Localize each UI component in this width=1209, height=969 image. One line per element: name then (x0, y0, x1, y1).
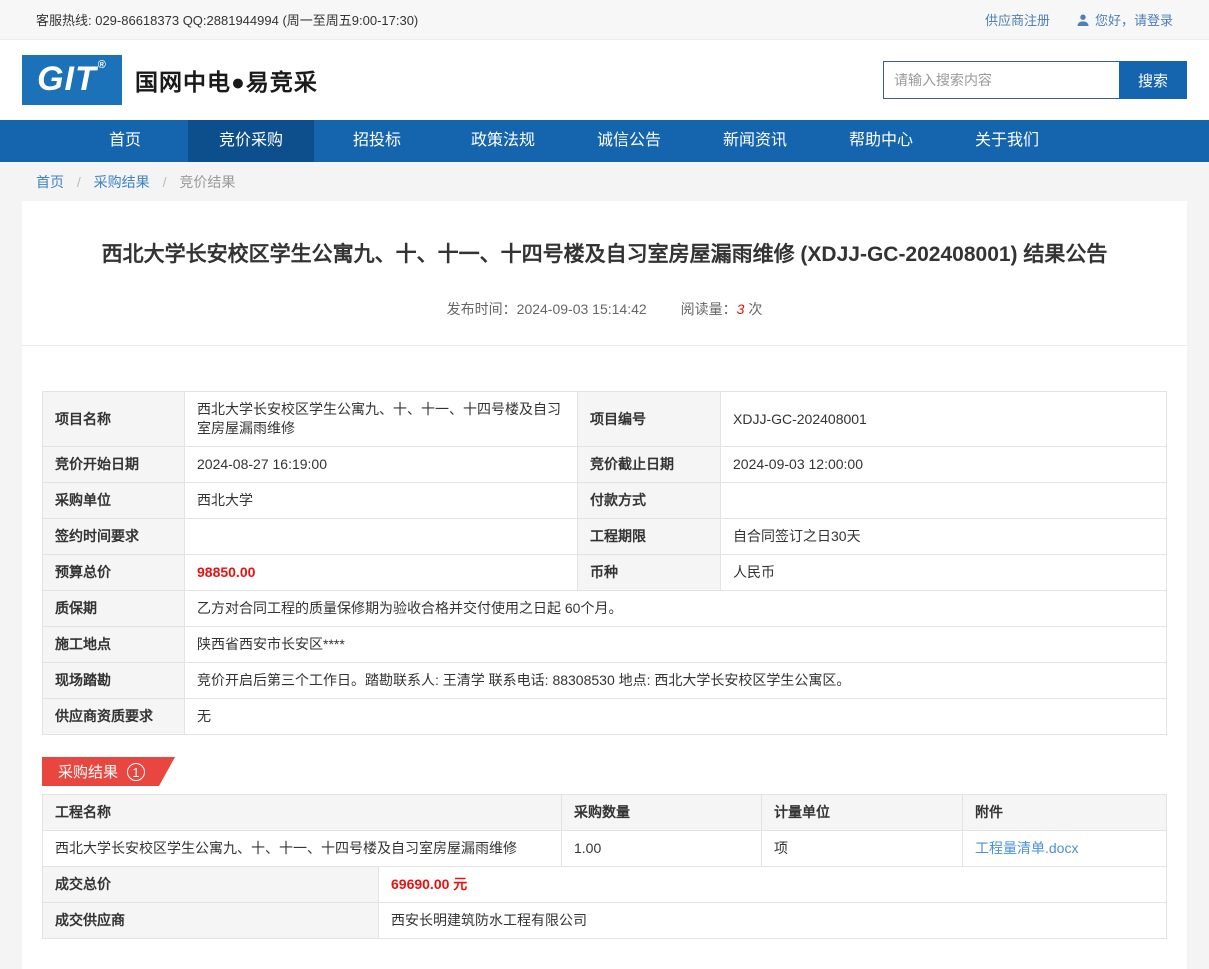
badge-label: 采购结果 (58, 761, 118, 782)
logo-text: GIT (37, 55, 97, 103)
nav-item-bidding-purchase[interactable]: 竞价采购 (188, 120, 314, 162)
project-info-table: 项目名称 西北大学长安校区学生公寓九、十、十一、十四号楼及自习室房屋漏雨维修 项… (42, 391, 1167, 735)
field-label: 币种 (578, 555, 721, 591)
supplier-register-link[interactable]: 供应商注册 (985, 10, 1050, 29)
breadcrumb-procurement-results[interactable]: 采购结果 (94, 174, 150, 190)
table-row: 成交总价 69690.00 元 (43, 867, 1167, 903)
procurement-result-badge: 采购结果 1 (42, 757, 175, 786)
column-header: 工程名称 (43, 795, 562, 831)
nav-item-help-center[interactable]: 帮助中心 (818, 120, 944, 162)
deal-total-price: 69690.00 元 (379, 867, 1167, 903)
column-header: 采购数量 (562, 795, 762, 831)
announcement-meta: 发布时间：2024-09-03 15:14:42 阅读量：3 次 (22, 299, 1187, 319)
budget-total-value: 98850.00 (185, 555, 578, 591)
field-value: 陕西省西安市长安区**** (185, 627, 1167, 663)
field-label: 供应商资质要求 (43, 699, 185, 735)
field-label: 项目编号 (578, 392, 721, 447)
attachment-cell: 工程量清单.docx (963, 831, 1167, 867)
publish-time-value: 2024-09-03 15:14:42 (517, 301, 647, 317)
field-label: 竞价开始日期 (43, 447, 185, 483)
field-label: 签约时间要求 (43, 519, 185, 555)
field-value: 竞价开启后第三个工作日。踏勘联系人: 王清学 联系电话: 88308530 地点… (185, 663, 1167, 699)
deal-supplier: 西安长明建筑防水工程有限公司 (379, 903, 1167, 939)
column-header: 计量单位 (762, 795, 963, 831)
views-unit: 次 (748, 301, 762, 317)
search-box: 搜索 (883, 61, 1187, 99)
top-utility-bar: 客服热线: 029-86618373 QQ:2881944994 (周一至周五9… (0, 0, 1209, 40)
nav-item-home[interactable]: 首页 (62, 120, 188, 162)
breadcrumb-separator: / (163, 174, 167, 190)
field-label: 施工地点 (43, 627, 185, 663)
table-row: 成交供应商 西安长明建筑防水工程有限公司 (43, 903, 1167, 939)
user-icon (1076, 13, 1090, 27)
logo-registered-mark: ® (98, 55, 107, 75)
field-value: 西北大学 (185, 483, 578, 519)
field-label: 付款方式 (578, 483, 721, 519)
site-brand-title: 国网中电●易竞采 (135, 63, 318, 97)
field-label: 成交供应商 (43, 903, 379, 939)
nav-item-integrity-notices[interactable]: 诚信公告 (566, 120, 692, 162)
main-nav: 首页 竞价采购 招投标 政策法规 诚信公告 新闻资讯 帮助中心 关于我们 (0, 120, 1209, 162)
breadcrumb-current: 竞价结果 (179, 174, 235, 190)
table-row: 竞价开始日期 2024-08-27 16:19:00 竞价截止日期 2024-0… (43, 447, 1167, 483)
field-label: 工程期限 (578, 519, 721, 555)
search-input[interactable] (883, 61, 1119, 99)
nav-item-tendering[interactable]: 招投标 (314, 120, 440, 162)
table-row: 质保期 乙方对合同工程的质量保修期为验收合格并交付使用之日起 60个月。 (43, 591, 1167, 627)
field-label: 竞价截止日期 (578, 447, 721, 483)
table-row: 采购单位 西北大学 付款方式 (43, 483, 1167, 519)
breadcrumb-home[interactable]: 首页 (36, 174, 64, 190)
field-value: XDJJ-GC-202408001 (721, 392, 1167, 447)
nav-item-about-us[interactable]: 关于我们 (944, 120, 1070, 162)
publish-time-label: 发布时间： (447, 301, 517, 317)
login-link[interactable]: 您好，请登录 (1095, 10, 1173, 29)
field-label: 采购单位 (43, 483, 185, 519)
service-hotline: 客服热线: 029-86618373 QQ:2881944994 (周一至周五9… (36, 10, 418, 29)
table-row: 供应商资质要求 无 (43, 699, 1167, 735)
field-value: 人民币 (721, 555, 1167, 591)
views-count: 3 (737, 301, 745, 317)
field-label: 预算总价 (43, 555, 185, 591)
breadcrumb-separator: / (77, 174, 81, 190)
login-link-wrap[interactable]: 您好，请登录 (1076, 10, 1173, 29)
site-logo[interactable]: GIT® (22, 55, 122, 105)
field-label: 质保期 (43, 591, 185, 627)
title-divider (22, 345, 1187, 346)
views-label: 阅读量： (681, 301, 737, 317)
field-value: 无 (185, 699, 1167, 735)
breadcrumb: 首页 / 采购结果 / 竞价结果 (0, 162, 1209, 201)
table-row: 预算总价 98850.00 币种 人民币 (43, 555, 1167, 591)
attachment-link[interactable]: 工程量清单.docx (975, 840, 1078, 856)
field-value: 2024-08-27 16:19:00 (185, 447, 578, 483)
table-row: 项目名称 西北大学长安校区学生公寓九、十、十一、十四号楼及自习室房屋漏雨维修 项… (43, 392, 1167, 447)
project-name-cell: 西北大学长安校区学生公寓九、十、十一、十四号楼及自习室房屋漏雨维修 (43, 831, 562, 867)
field-label: 项目名称 (43, 392, 185, 447)
badge-count: 1 (127, 763, 145, 781)
field-value: 西北大学长安校区学生公寓九、十、十一、十四号楼及自习室房屋漏雨维修 (185, 392, 578, 447)
content-card: 西北大学长安校区学生公寓九、十、十一、十四号楼及自习室房屋漏雨维修 (XDJJ-… (22, 201, 1187, 969)
field-label: 现场踏勘 (43, 663, 185, 699)
nav-item-news[interactable]: 新闻资讯 (692, 120, 818, 162)
field-value (721, 483, 1167, 519)
nav-item-policies[interactable]: 政策法规 (440, 120, 566, 162)
search-button[interactable]: 搜索 (1119, 61, 1187, 99)
field-value (185, 519, 578, 555)
result-summary-table: 成交总价 69690.00 元 成交供应商 西安长明建筑防水工程有限公司 (42, 866, 1167, 939)
table-row: 签约时间要求 工程期限 自合同签订之日30天 (43, 519, 1167, 555)
table-header-row: 工程名称 采购数量 计量单位 附件 (43, 795, 1167, 831)
table-row: 施工地点 陕西省西安市长安区**** (43, 627, 1167, 663)
field-value: 2024-09-03 12:00:00 (721, 447, 1167, 483)
site-header: GIT® 国网中电●易竞采 搜索 (0, 40, 1209, 120)
unit-cell: 项 (762, 831, 963, 867)
column-header: 附件 (963, 795, 1167, 831)
quantity-cell: 1.00 (562, 831, 762, 867)
field-value: 乙方对合同工程的质量保修期为验收合格并交付使用之日起 60个月。 (185, 591, 1167, 627)
table-row: 西北大学长安校区学生公寓九、十、十一、十四号楼及自习室房屋漏雨维修 1.00 项… (43, 831, 1167, 867)
field-label: 成交总价 (43, 867, 379, 903)
result-table: 工程名称 采购数量 计量单位 附件 西北大学长安校区学生公寓九、十、十一、十四号… (42, 794, 1167, 867)
announcement-title: 西北大学长安校区学生公寓九、十、十一、十四号楼及自习室房屋漏雨维修 (XDJJ-… (22, 201, 1187, 269)
field-value: 自合同签订之日30天 (721, 519, 1167, 555)
table-row: 现场踏勘 竞价开启后第三个工作日。踏勘联系人: 王清学 联系电话: 883085… (43, 663, 1167, 699)
